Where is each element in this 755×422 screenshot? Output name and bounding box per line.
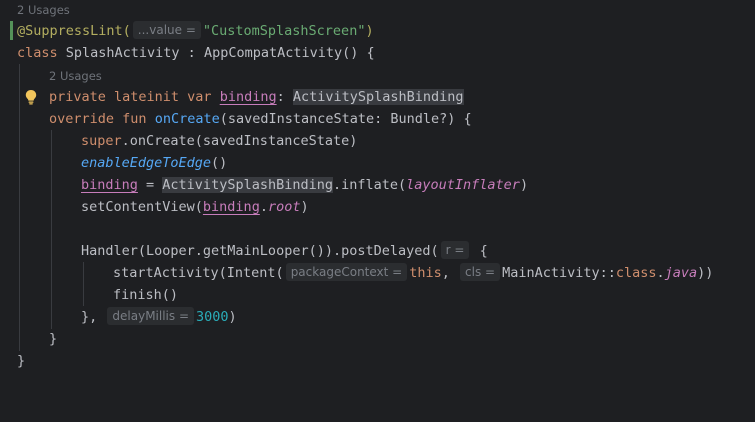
- keyword-override-fun: override fun: [49, 111, 147, 127]
- method-close-brace: }: [49, 331, 58, 347]
- code-line-4: override fun onCreate(savedInstanceState…: [49, 108, 472, 130]
- number-literal: 3000: [196, 309, 229, 325]
- vcs-change-marker[interactable]: [10, 21, 13, 40]
- oncreate-params: (savedInstanceState: Bundle?) {: [219, 111, 472, 127]
- param-hint-value[interactable]: ...value =: [132, 21, 201, 39]
- code-line-10: Handler(Looper.getMainLooper()).postDela…: [81, 240, 488, 262]
- param-hint-r[interactable]: r =: [440, 241, 470, 259]
- call-enableedgetoedge[interactable]: enableEdgeToEdge: [81, 155, 211, 171]
- keyword-private-lateinit-var: private lateinit var: [49, 89, 212, 105]
- class-close-brace: }: [17, 353, 26, 369]
- code-line-14: }: [49, 328, 57, 350]
- super-oncreate-call: .onCreate(savedInstanceState): [121, 133, 358, 149]
- comma: ,: [441, 265, 459, 281]
- property-java[interactable]: java: [665, 265, 698, 281]
- code-line-6: enableEdgeToEdge(): [81, 152, 227, 174]
- setcontentview-call: setContentView(: [81, 199, 203, 215]
- usages-hint-field[interactable]: 2 Usages: [49, 68, 102, 84]
- code-line-1: @SuppressLint(...value = "CustomSplashScr…: [17, 20, 374, 42]
- close-paren: ): [300, 199, 309, 215]
- code-line-8: setContentView(binding.root): [81, 196, 309, 218]
- annotation-close: ): [365, 23, 374, 39]
- property-binding-root[interactable]: binding: [203, 199, 260, 215]
- mainactivity-ref: MainActivity::: [502, 265, 616, 281]
- code-line-7: binding = ActivitySplashBinding.inflate(…: [81, 174, 528, 196]
- lambda-close: },: [81, 309, 98, 325]
- property-binding[interactable]: binding: [220, 89, 277, 105]
- colon: :: [276, 89, 293, 105]
- keyword-super: super: [81, 133, 122, 149]
- lambda-open: {: [471, 243, 488, 259]
- code-line-12: finish(): [113, 284, 178, 306]
- code-line-13: }, delayMillis = 3000): [81, 306, 237, 328]
- inflate-call: .inflate(: [332, 177, 407, 193]
- code-line-11: startActivity(Intent(packageContext = thi…: [113, 262, 713, 284]
- property-binding-assign[interactable]: binding: [81, 177, 138, 193]
- double-close-paren: )): [697, 265, 714, 281]
- code-line-2: class SplashActivity : AppCompatActivity…: [17, 42, 375, 64]
- code-line-5: super.onCreate(savedInstanceState): [81, 130, 357, 152]
- finish-call: finish(): [113, 287, 179, 303]
- parens: (): [211, 155, 228, 171]
- usages-hint-class[interactable]: 2 Usages: [17, 2, 70, 18]
- class-declaration: SplashActivity : AppCompatActivity() {: [57, 45, 375, 61]
- indent-guide-lambda: [83, 262, 84, 306]
- close-paren: ): [519, 177, 529, 193]
- keyword-this: this: [409, 265, 442, 281]
- startactivity-call: startActivity(Intent(: [113, 265, 284, 281]
- type-activitysplashbinding-ref[interactable]: ActivitySplashBinding: [162, 177, 333, 193]
- code-line-3: private lateinit var binding: ActivitySp…: [49, 86, 464, 108]
- keyword-class: class: [17, 45, 58, 61]
- param-hint-cls[interactable]: cls =: [460, 263, 501, 281]
- property-root[interactable]: root: [268, 199, 301, 215]
- dot: .: [259, 199, 268, 215]
- handler-postdelayed-call: Handler(Looper.getMainLooper()).postDela…: [81, 243, 439, 259]
- indent-guide-method: [51, 130, 52, 329]
- param-hint-delaymillis[interactable]: delayMillis =: [107, 307, 195, 325]
- lightbulb-icon[interactable]: [24, 89, 38, 105]
- keyword-class-ref: class: [615, 265, 657, 281]
- param-hint-packagecontext[interactable]: packageContext =: [285, 263, 408, 281]
- code-editor[interactable]: 2 Usages @SuppressLint(...value = "Custom…: [0, 0, 755, 422]
- string-literal: "CustomSplashScreen": [202, 23, 366, 39]
- close-paren: ): [228, 309, 237, 325]
- assign-operator: =: [137, 177, 163, 193]
- function-oncreate[interactable]: onCreate: [155, 111, 220, 127]
- indent-guide-class: [19, 64, 20, 351]
- dot: .: [656, 265, 665, 281]
- code-line-15: }: [17, 350, 25, 372]
- property-layoutinflater[interactable]: layoutInflater: [406, 177, 520, 193]
- type-activitysplashbinding[interactable]: ActivitySplashBinding: [292, 89, 464, 105]
- annotation-suppresslint: @SuppressLint(: [17, 23, 131, 39]
